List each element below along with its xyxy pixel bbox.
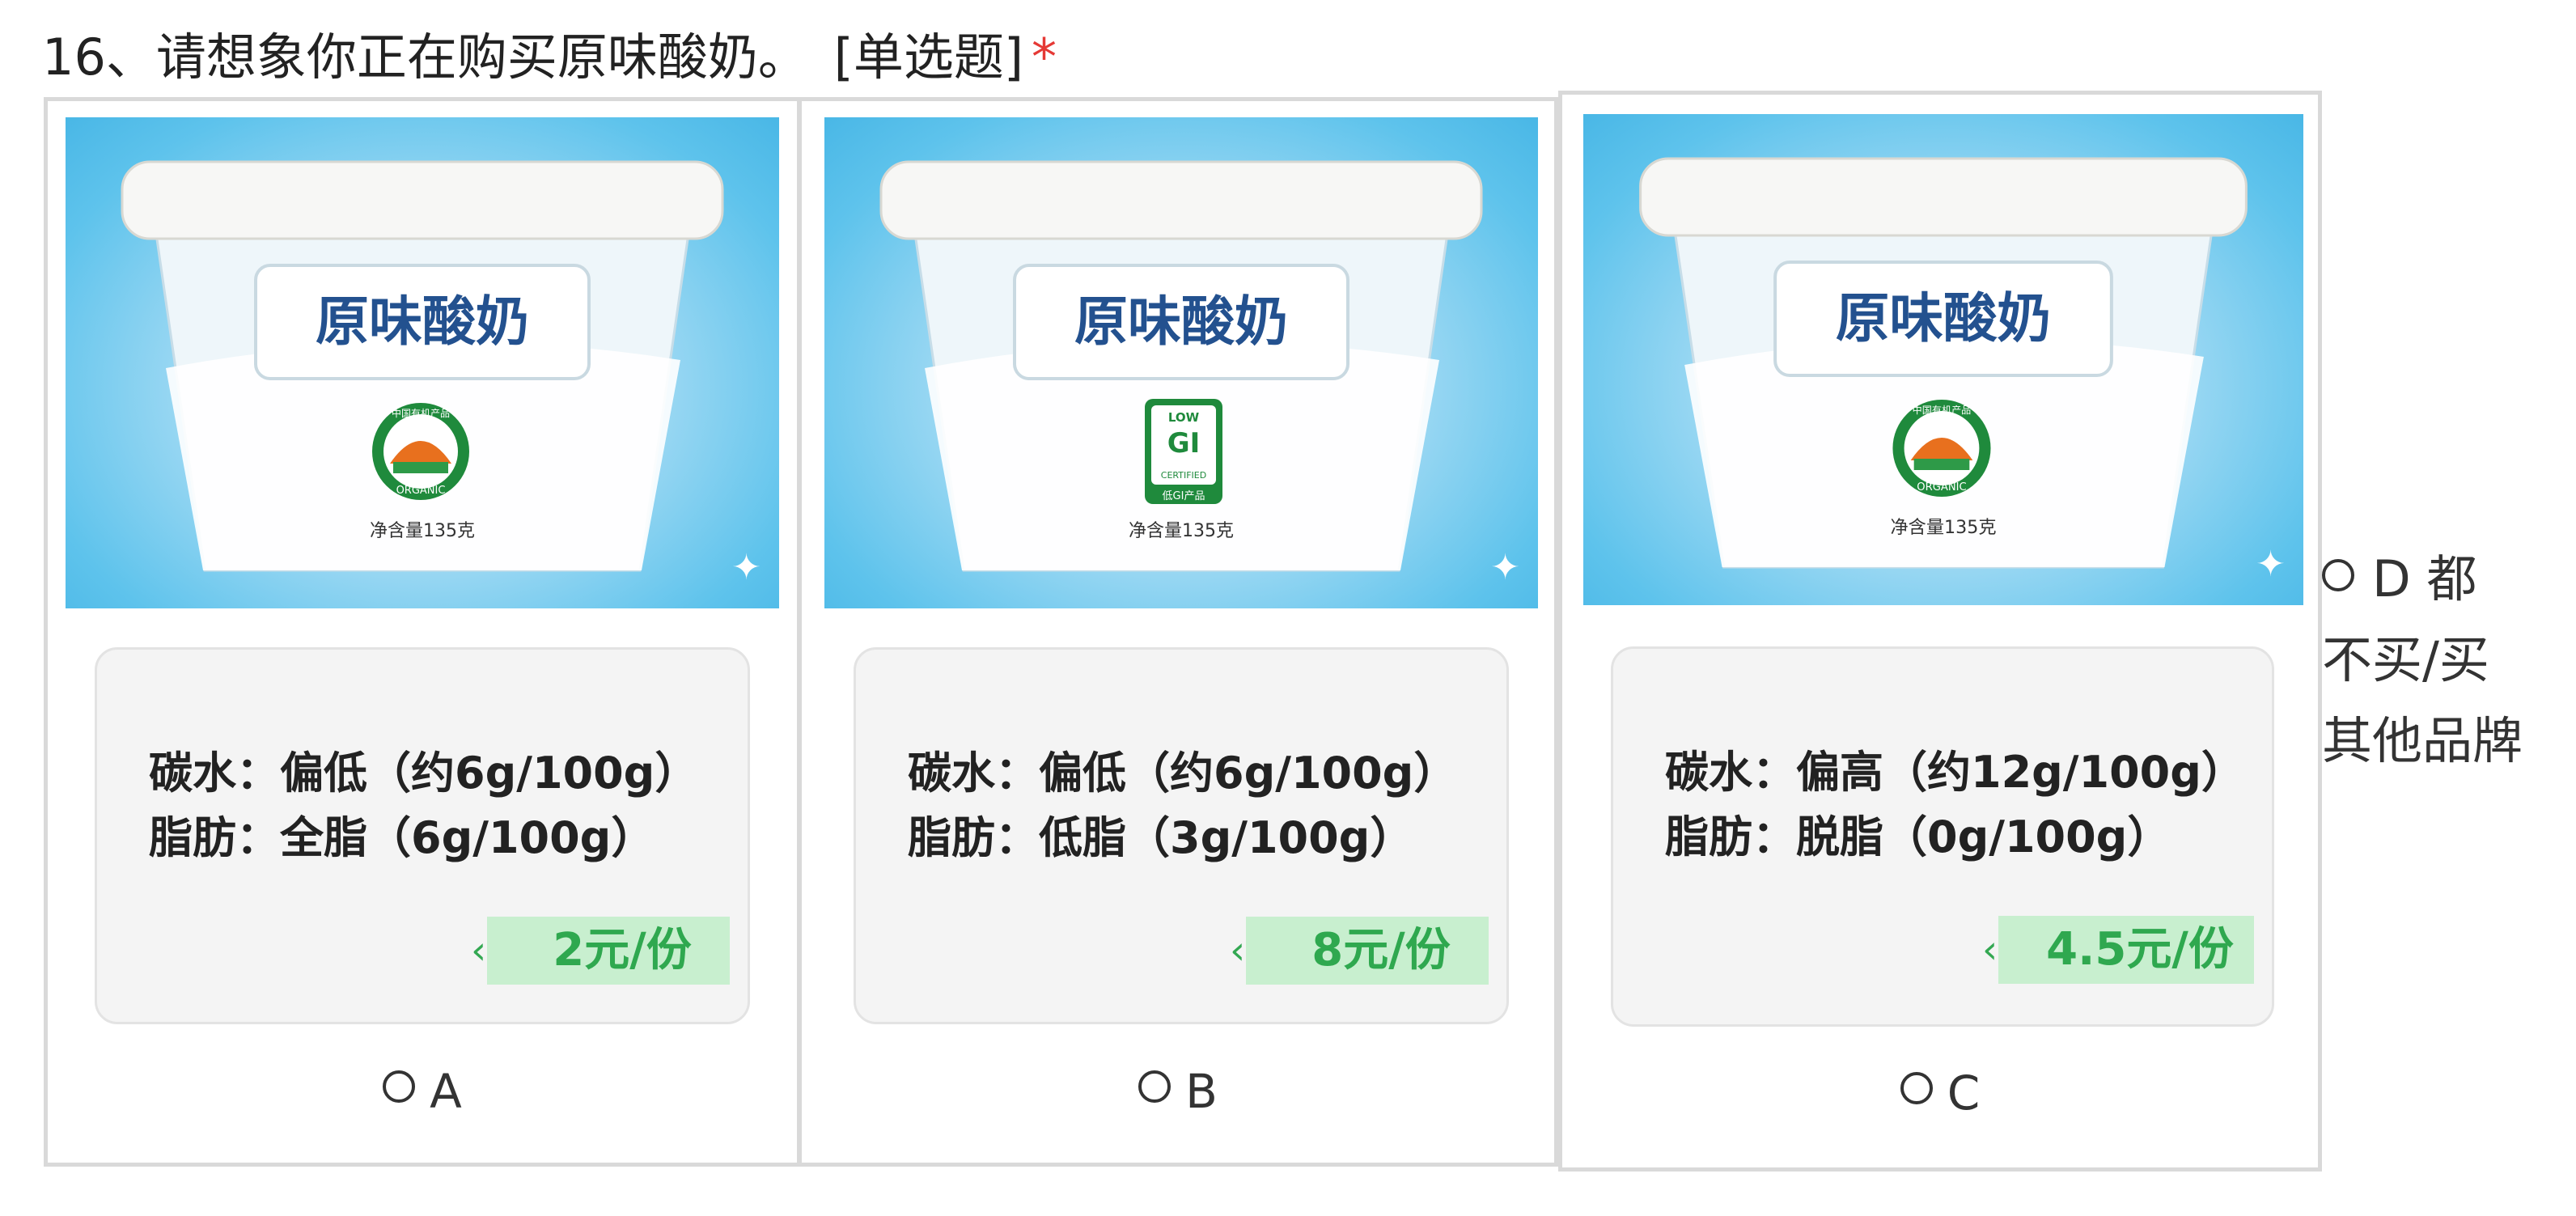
radio-button-icon[interactable] (2322, 559, 2354, 591)
option-letter: C (1947, 1066, 1981, 1121)
question-number: 16、 (42, 28, 156, 87)
question-text: 请想象你正在购买原味酸奶。 (155, 28, 808, 87)
option-a-radio[interactable]: A (48, 1064, 797, 1119)
radio-button-icon[interactable] (383, 1070, 416, 1103)
option-letter: A (430, 1064, 462, 1119)
option-d-text-2: 不买/买 (2322, 630, 2489, 689)
carb-info: 碳水：偏低（约6g/100g） (908, 748, 1458, 799)
badge-cn-text: 低GI产品 (1163, 490, 1205, 502)
chevron-left-icon: ‹ (1230, 928, 1246, 973)
price-value: 4.5元/份 (2046, 923, 2234, 976)
organic-badge-icon: 中国有机产品 ORGANIC (1892, 400, 1991, 497)
sparkle-icon: ✦ (2256, 544, 2286, 585)
chevron-left-icon: ‹ (1982, 927, 1998, 972)
option-c-radio[interactable]: C (1562, 1066, 2318, 1121)
option-d-line-1: D 都 (2322, 539, 2565, 620)
badge-bottom-text: ORGANIC (396, 485, 446, 497)
sparkle-icon: ✦ (731, 547, 761, 588)
price-tag: ‹ 4.5元/份 (1982, 916, 2254, 984)
product-name: 原味酸奶 (1836, 286, 2051, 350)
badge-mid-text: GI (1167, 427, 1201, 460)
required-mark: * (1032, 28, 1057, 87)
price-tag: ‹ 8元/份 (1230, 917, 1489, 985)
option-letter: D (2372, 549, 2411, 608)
product-image: 原味酸奶 LOW GI CERTIFIED 低GI产品 净含量135克 ✦ (824, 117, 1538, 608)
carb-info: 碳水：偏低（约6g/100g） (149, 748, 699, 799)
fat-info: 脂肪：全脂（6g/100g） (149, 812, 655, 863)
badge-bottom-text: ORGANIC (1917, 481, 1966, 494)
price-value: 8元/份 (1311, 924, 1451, 977)
nutrition-info-box: 碳水：偏低（约6g/100g） 脂肪：全脂（6g/100g） ‹ 2元/份 (95, 647, 750, 1024)
option-card-a[interactable]: 原味酸奶 中国有机产品 ORGANIC 净含量135克 ✦ 碳水：偏低（约6g/… (44, 97, 801, 1167)
fat-info: 脂肪：脱脂（0g/100g） (1665, 811, 2171, 862)
product-name: 原味酸奶 (1074, 290, 1288, 353)
net-weight: 净含量135克 (1129, 521, 1234, 541)
price-value: 2元/份 (553, 924, 692, 977)
sparkle-icon: ✦ (1490, 547, 1520, 588)
option-card-c[interactable]: 原味酸奶 中国有机产品 ORGANIC 净含量135克 ✦ 碳水：偏高（约12g… (1558, 91, 2322, 1172)
product-image: 原味酸奶 中国有机产品 ORGANIC 净含量135克 ✦ (1583, 114, 2303, 605)
product-image: 原味酸奶 中国有机产品 ORGANIC 净含量135克 ✦ (66, 117, 779, 608)
yogurt-cup-illustration: 原味酸奶 中国有机产品 ORGANIC 净含量135克 (1639, 157, 2248, 569)
question-type: [单选题] (833, 28, 1024, 87)
badge-bottom-text: CERTIFIED (1161, 470, 1206, 481)
carb-info: 碳水：偏高（约12g/100g） (1665, 747, 2245, 798)
fat-info: 脂肪：低脂（3g/100g） (908, 812, 1414, 863)
radio-button-icon[interactable] (1900, 1072, 1933, 1104)
badge-top-text: LOW (1168, 410, 1200, 425)
low-gi-badge-icon: LOW GI CERTIFIED 低GI产品 (1145, 399, 1222, 504)
nutrition-info-box: 碳水：偏低（约6g/100g） 脂肪：低脂（3g/100g） ‹ 8元/份 (854, 647, 1509, 1024)
net-weight: 净含量135克 (370, 521, 475, 541)
option-letter: B (1185, 1064, 1218, 1119)
option-d-text-3: 其他品牌 (2322, 711, 2523, 770)
badge-top-text: 中国有机产品 (1913, 404, 1972, 416)
organic-badge-icon: 中国有机产品 ORGANIC (372, 403, 469, 500)
question-title: 16、请想象你正在购买原味酸奶。 [单选题] * (42, 21, 1057, 94)
net-weight: 净含量135克 (1890, 517, 1996, 538)
option-card-b[interactable]: 原味酸奶 LOW GI CERTIFIED 低GI产品 净含量135克 ✦ 碳水… (798, 97, 1558, 1167)
option-b-radio[interactable]: B (802, 1064, 1554, 1119)
radio-button-icon[interactable] (1138, 1070, 1171, 1103)
option-d-text-1: 都 (2426, 549, 2477, 608)
chevron-left-icon: ‹ (471, 928, 487, 973)
nutrition-info-box: 碳水：偏高（约12g/100g） 脂肪：脱脂（0g/100g） ‹ 4.5元/份 (1611, 646, 2274, 1027)
product-name: 原味酸奶 (316, 290, 529, 353)
price-tag: ‹ 2元/份 (471, 917, 730, 985)
yogurt-cup-illustration: 原味酸奶 LOW GI CERTIFIED 低GI产品 净含量135克 (879, 160, 1483, 572)
option-d-radio[interactable]: D 都 不买/买 其他品牌 (2322, 539, 2565, 782)
yogurt-cup-illustration: 原味酸奶 中国有机产品 ORGANIC 净含量135克 (121, 160, 724, 572)
badge-top-text: 中国有机产品 (392, 407, 450, 419)
